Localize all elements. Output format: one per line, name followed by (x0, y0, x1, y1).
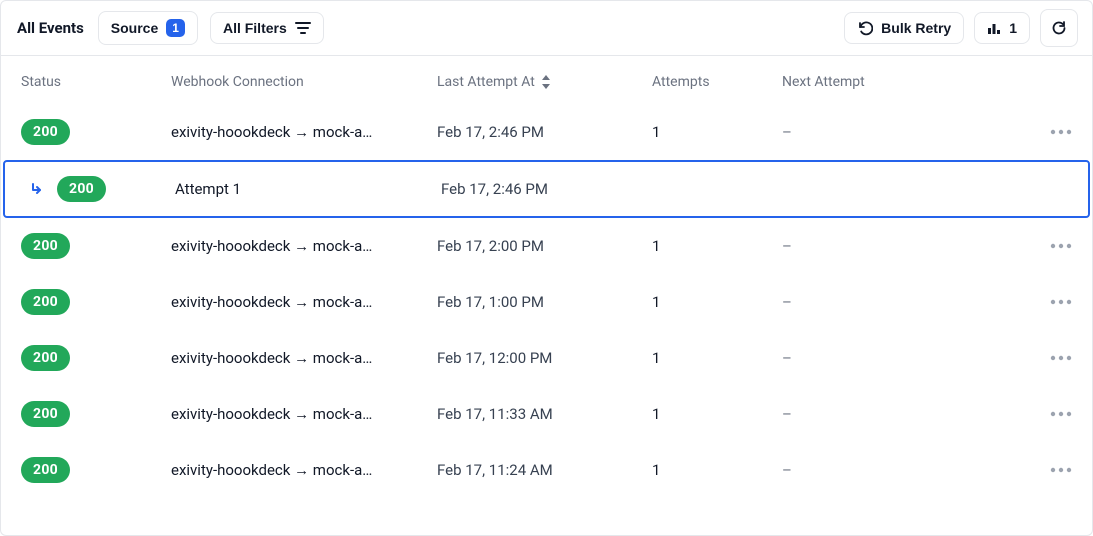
table-row[interactable]: 200 exivity-hoookdeck → mock-a… Feb 17, … (1, 330, 1092, 386)
last-attempt-cell: Feb 17, 2:46 PM (437, 123, 652, 141)
all-filters-button[interactable]: All Filters (210, 12, 324, 44)
metrics-count: 1 (1009, 20, 1017, 36)
refresh-icon (1051, 20, 1067, 36)
next-attempt-cell: – (782, 349, 982, 367)
row-more-button[interactable] (982, 355, 1072, 361)
attempts-cell: 1 (652, 461, 782, 479)
col-status: Status (21, 74, 171, 90)
sub-arrow-icon (29, 181, 45, 197)
last-attempt-cell: Feb 17, 1:00 PM (437, 293, 652, 311)
attempts-cell: 1 (652, 293, 782, 311)
table-header: Status Webhook Connection Last Attempt A… (1, 56, 1092, 104)
status-badge: 200 (21, 345, 70, 371)
connection-cell: exivity-hoookdeck → mock-a… (171, 349, 437, 367)
row-more-button[interactable] (982, 299, 1072, 305)
attempts-cell: 1 (652, 123, 782, 141)
bulk-retry-label: Bulk Retry (881, 20, 951, 36)
last-attempt-cell: Feb 17, 2:00 PM (437, 237, 652, 255)
row-more-button[interactable] (982, 129, 1072, 135)
col-connection: Webhook Connection (171, 74, 437, 90)
filter-source-count: 1 (166, 19, 185, 37)
table-row[interactable]: 200 exivity-hoookdeck → mock-a… Feb 17, … (1, 442, 1092, 498)
col-next-attempt: Next Attempt (782, 74, 982, 90)
table-row[interactable]: 200 exivity-hoookdeck → mock-a… Feb 17, … (1, 386, 1092, 442)
attempts-cell: 1 (652, 405, 782, 423)
connection-cell: exivity-hoookdeck → mock-a… (171, 461, 437, 479)
sort-icon (541, 75, 551, 89)
next-attempt-cell: – (782, 293, 982, 311)
tab-all-events[interactable]: All Events (15, 15, 86, 41)
next-attempt-cell: – (782, 237, 982, 255)
connection-cell: exivity-hoookdeck → mock-a… (171, 293, 437, 311)
row-more-button[interactable] (982, 411, 1072, 417)
status-badge: 200 (21, 119, 70, 145)
table-row[interactable]: 200 exivity-hoookdeck → mock-a… Feb 17, … (1, 218, 1092, 274)
refresh-button[interactable] (1040, 9, 1078, 47)
last-attempt-cell: Feb 17, 11:33 AM (437, 405, 652, 423)
toolbar: All Events Source 1 All Filters Bulk Ret… (1, 1, 1092, 56)
col-last-attempt[interactable]: Last Attempt At (437, 74, 652, 90)
all-filters-label: All Filters (223, 20, 287, 36)
status-badge: 200 (21, 457, 70, 483)
status-badge: 200 (21, 401, 70, 427)
filter-source-label: Source (111, 20, 158, 36)
table-row-attempt[interactable]: 200 Attempt 1 Feb 17, 2:46 PM (3, 160, 1090, 218)
next-attempt-cell: – (782, 123, 982, 141)
connection-cell: exivity-hoookdeck → mock-a… (171, 237, 437, 255)
next-attempt-cell: – (782, 461, 982, 479)
col-attempts: Attempts (652, 74, 782, 90)
connection-cell: exivity-hoookdeck → mock-a… (171, 405, 437, 423)
attempts-cell: 1 (652, 349, 782, 367)
table-row[interactable]: 200 exivity-hoookdeck → mock-a… Feb 17, … (1, 104, 1092, 160)
last-attempt-cell: Feb 17, 12:00 PM (437, 349, 652, 367)
connection-cell: exivity-hoookdeck → mock-a… (171, 123, 437, 141)
bar-chart-icon (987, 21, 1001, 35)
filter-source-button[interactable]: Source 1 (98, 11, 198, 45)
attempts-cell: 1 (652, 237, 782, 255)
col-last-attempt-label: Last Attempt At (437, 74, 535, 90)
row-more-button[interactable] (982, 243, 1072, 249)
status-badge: 200 (57, 176, 106, 202)
row-more-button[interactable] (982, 467, 1072, 473)
next-attempt-cell: – (782, 405, 982, 423)
last-attempt-cell: Feb 17, 11:24 AM (437, 461, 652, 479)
retry-icon (857, 20, 873, 36)
status-badge: 200 (21, 233, 70, 259)
table-row[interactable]: 200 exivity-hoookdeck → mock-a… Feb 17, … (1, 274, 1092, 330)
filter-icon (295, 21, 311, 35)
status-badge: 200 (21, 289, 70, 315)
metrics-button[interactable]: 1 (974, 12, 1030, 44)
attempt-time: Feb 17, 2:46 PM (441, 180, 656, 198)
table-body: 200 exivity-hoookdeck → mock-a… Feb 17, … (1, 104, 1092, 498)
attempt-label: Attempt 1 (175, 180, 441, 198)
bulk-retry-button[interactable]: Bulk Retry (844, 12, 964, 44)
